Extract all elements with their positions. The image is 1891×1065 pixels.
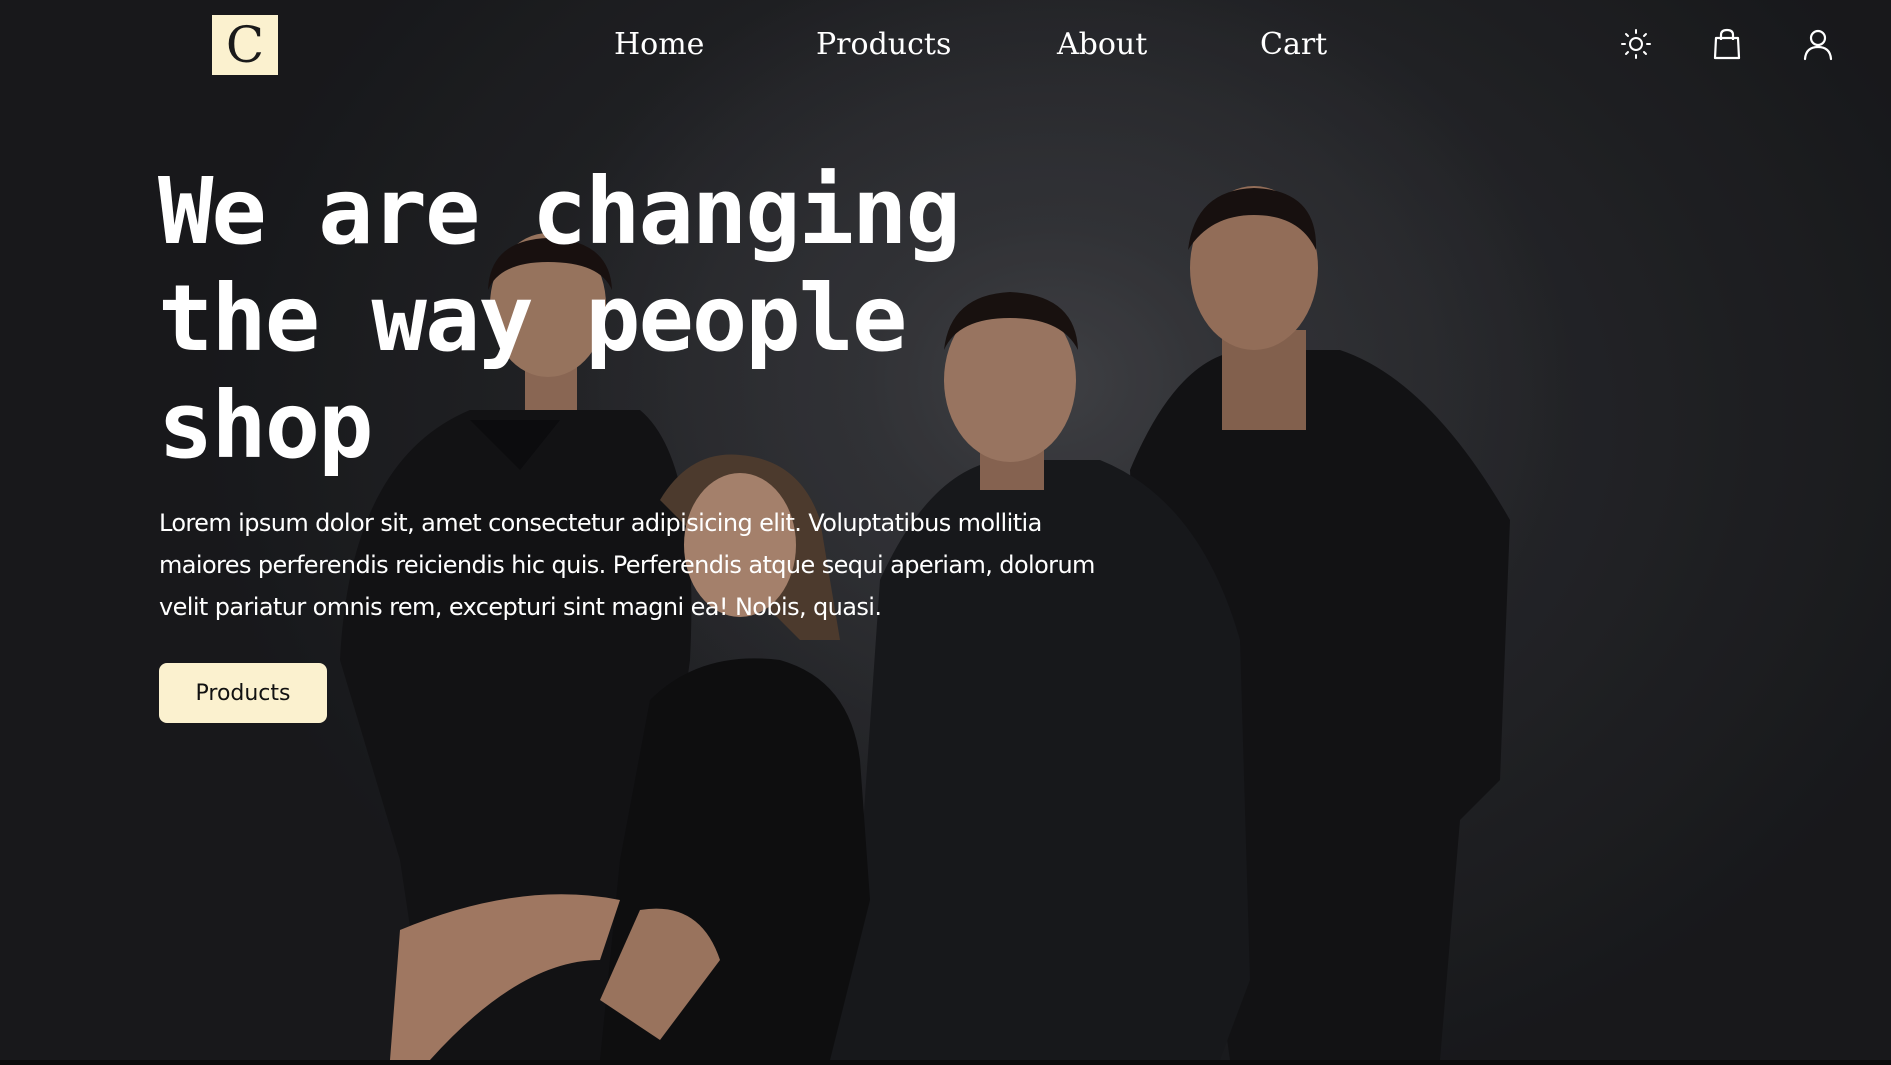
- page: C Home Products About Cart We are changi…: [0, 0, 1891, 1065]
- shopping-bag-icon[interactable]: [1709, 26, 1745, 62]
- hero-headline: We are changing the way people shop: [158, 158, 961, 479]
- sun-icon[interactable]: [1618, 26, 1654, 62]
- nav-products-link[interactable]: Products: [816, 22, 951, 68]
- user-icon[interactable]: [1800, 26, 1836, 62]
- products-button[interactable]: Products: [159, 663, 327, 723]
- nav-home-link[interactable]: Home: [614, 22, 704, 68]
- hero-description: Lorem ipsum dolor sit, amet consectetur …: [159, 509, 1095, 621]
- main-nav: Home Products About Cart: [0, 22, 1891, 68]
- nav-cart-link[interactable]: Cart: [1260, 22, 1327, 68]
- bottom-border: [0, 1060, 1891, 1065]
- nav-about-link[interactable]: About: [1057, 22, 1147, 68]
